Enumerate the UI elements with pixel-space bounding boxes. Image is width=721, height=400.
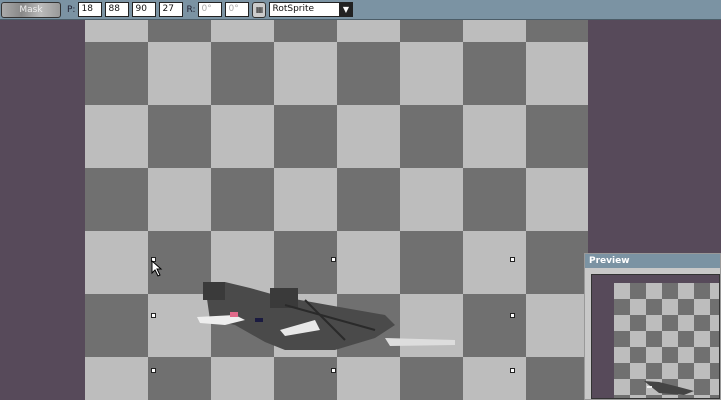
preview-panel: Preview	[584, 253, 721, 400]
editing-canvas[interactable]	[85, 20, 588, 400]
toolbar: Mask P: 18 88 90 27 R: 0° 0° ▦ RotSprite…	[0, 0, 721, 20]
selection-handle[interactable]	[151, 313, 156, 318]
selection-handle[interactable]	[510, 257, 515, 262]
move-cursor-icon	[151, 260, 163, 277]
preview-title: Preview	[585, 254, 720, 268]
mask-label: Mask	[19, 4, 43, 15]
p-w-field[interactable]: 90	[132, 2, 157, 17]
selection-handle[interactable]	[510, 313, 515, 318]
grid-toggle-icon[interactable]: ▦	[252, 1, 267, 18]
mask-button[interactable]: Mask	[1, 1, 61, 18]
algorithm-select[interactable]: RotSprite ▼	[269, 2, 354, 17]
p-y-field[interactable]: 88	[105, 2, 130, 17]
chevron-down-icon[interactable]: ▼	[339, 3, 353, 16]
p-x-field[interactable]: 18	[78, 2, 103, 17]
selection-handle[interactable]	[331, 368, 336, 373]
rat-sprite[interactable]	[85, 20, 588, 400]
selection-handle[interactable]	[510, 368, 515, 373]
rotation-label: R:	[186, 4, 196, 15]
position-label: P:	[67, 4, 76, 15]
selection-handle[interactable]	[331, 257, 336, 262]
preview-rat-sprite	[644, 381, 694, 395]
preview-viewport	[591, 274, 720, 399]
p-h-field[interactable]: 27	[159, 2, 184, 17]
preview-canvas	[614, 283, 719, 398]
algorithm-value: RotSprite	[272, 4, 315, 14]
rotation-x-field[interactable]: 0°	[198, 2, 223, 17]
rotation-y-field[interactable]: 0°	[225, 2, 250, 17]
selection-handle[interactable]	[151, 368, 156, 373]
